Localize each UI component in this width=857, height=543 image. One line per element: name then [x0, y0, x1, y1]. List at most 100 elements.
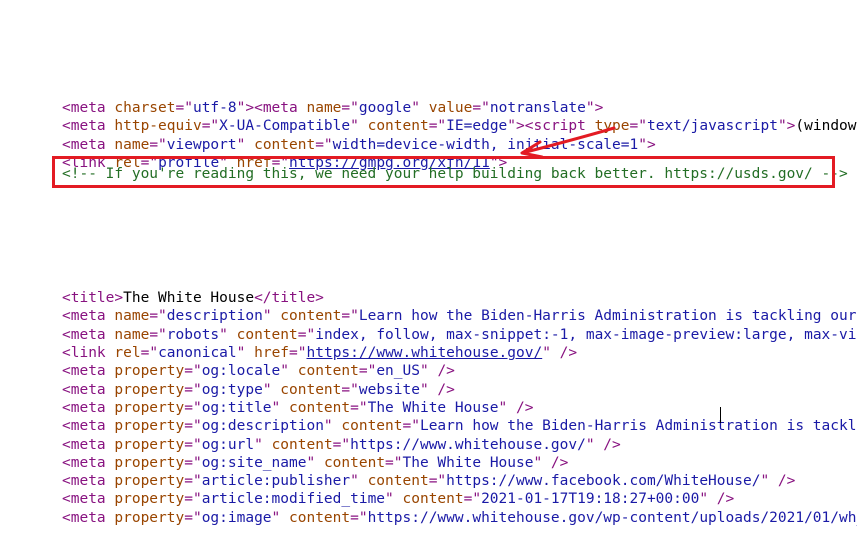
source-token-val: Learn how the Biden-Harris Administratio… [419, 418, 857, 435]
source-token-tag: =" [629, 118, 647, 135]
source-token-tag: <meta [62, 399, 115, 416]
source-token-val: viewport [166, 136, 237, 153]
source-token-tag: <meta [62, 491, 115, 508]
source-token-attr: property [114, 454, 185, 471]
source-token-tag: =" [332, 436, 351, 453]
source-token-tag: <link [62, 345, 115, 362]
source-token-tag: =" [315, 136, 333, 153]
source-token-tag: " [350, 473, 368, 490]
source-line: <meta property="og:image" content="https… [62, 509, 857, 527]
source-token-attr: property [114, 473, 185, 490]
source-token-val: IE=edge [446, 118, 508, 135]
source-token-val: og:site_name [201, 454, 307, 471]
source-token-tag: " /> [542, 345, 578, 362]
source-token-tag: =" [341, 100, 359, 116]
source-token-text: (window.N [795, 118, 857, 135]
source-token-val: index, follow, max-snippet:-1, max-image… [315, 326, 857, 343]
source-line: <meta charset="utf-8"><meta name="google… [62, 99, 857, 117]
source-line: <meta name="robots" content="index, foll… [62, 326, 857, 344]
source-token-tag: =" [184, 399, 202, 416]
source-token-attr: rel [114, 345, 141, 362]
source-line: <meta name="description" content="Learn … [62, 307, 857, 325]
source-token-tag: " [271, 509, 290, 526]
source-line: <meta property="article:publisher" conte… [62, 472, 857, 490]
source-token-tag: <meta [62, 509, 115, 526]
source-token-tag: =" [149, 326, 167, 343]
source-token-attr: content [254, 136, 316, 153]
source-token-val: text/javascript [646, 118, 778, 135]
source-token-tag: =" [428, 118, 447, 135]
source-token-val: X-UA-Compatible [219, 118, 351, 135]
source-token-attr: content [271, 436, 333, 453]
source-token-tag: =" [289, 345, 307, 362]
source-token-attr: property [114, 363, 185, 380]
source-token-text: The White House [123, 290, 255, 307]
source-token-val: article:modified_time [201, 491, 386, 508]
source-token-tag: =" [350, 399, 368, 416]
source-line: <meta property="og:description" content=… [62, 417, 857, 435]
source-token-tag: =" [184, 418, 202, 435]
source-token-tag: " [280, 363, 298, 380]
source-token-attr: name [306, 100, 342, 116]
source-token-tag: <title> [62, 290, 124, 307]
source-line: <link rel="canonical" href="https://www.… [62, 344, 857, 362]
source-token-val: og:title [201, 399, 272, 416]
source-token-tag: " /> [533, 454, 569, 471]
source-token-tag: =" [184, 436, 202, 453]
source-token-tag: =" [175, 100, 193, 116]
source-token-tag: =" [184, 381, 202, 398]
source-token-tag: " [271, 399, 290, 416]
source-token-attr: property [114, 418, 185, 435]
source-token-val: og:url [201, 436, 255, 453]
source-token-tag: "> [585, 100, 604, 116]
source-token-tag: <meta [254, 100, 307, 116]
source-line: <meta property="article:modified_time" c… [62, 490, 857, 508]
source-token-val: og:description [201, 418, 324, 435]
source-token-attr: property [114, 491, 185, 508]
source-token-attr: content [280, 308, 342, 325]
source-token-tag: " [323, 418, 342, 435]
source-token-tag: <meta [62, 363, 115, 380]
source-line: <meta property="og:title" content="The W… [62, 399, 857, 417]
source-token-tag: =" [149, 136, 167, 153]
source-token-tag: =" [358, 363, 377, 380]
source-token-attr: content [236, 326, 298, 343]
source-token-val: The White House [367, 399, 499, 416]
source-token-val: Learn how the Biden-Harris Administratio… [358, 308, 857, 325]
source-token-tag: =" [140, 345, 159, 362]
source-token-attr: href [254, 345, 290, 362]
source-line: <meta property="og:locale" content="en_U… [62, 362, 857, 380]
source-token-tag: =" [149, 308, 167, 325]
source-token-attr: content [280, 381, 342, 398]
source-token-val: website [358, 381, 420, 398]
source-token-tag: =" [472, 100, 490, 116]
source-line: <meta http-equiv="X-UA-Compatible" conte… [62, 117, 857, 135]
source-lines-bottom: <title>The White House</title> <meta name… [62, 289, 857, 527]
source-token-tag: " [262, 381, 281, 398]
annotation-highlight-box [52, 156, 835, 188]
source-token-tag: </title> [254, 290, 324, 307]
source-token-tag: " [219, 326, 237, 343]
source-link[interactable]: https://www.whitehouse.gov/ [307, 345, 543, 361]
source-token-tag: <meta [62, 136, 115, 153]
source-token-attr: property [114, 436, 185, 453]
source-token-tag: =" [402, 418, 420, 435]
source-token-val: notranslate [489, 100, 586, 116]
source-token-tag: =" [184, 454, 202, 471]
source-token-tag: "> [638, 136, 656, 153]
source-token-tag: =" [184, 509, 202, 526]
source-token-tag: =" [341, 308, 359, 325]
source-line: <meta property="og:type" content="websit… [62, 381, 857, 399]
source-token-val: 2021-01-17T19:18:27+00:00 [481, 491, 700, 508]
annotation-arrow-icon [520, 126, 616, 159]
source-token-attr: content [402, 491, 464, 508]
source-token-tag: " /> [419, 363, 455, 380]
source-token-attr: property [114, 509, 185, 526]
source-line: <meta property="og:site_name" content="T… [62, 454, 857, 472]
source-token-attr: content [367, 473, 429, 490]
source-token-tag: <meta [62, 308, 115, 325]
source-token-attr: value [428, 100, 473, 116]
source-token-tag: =" [297, 326, 316, 343]
source-token-attr: charset [114, 100, 176, 116]
source-token-tag: <meta [62, 118, 115, 135]
